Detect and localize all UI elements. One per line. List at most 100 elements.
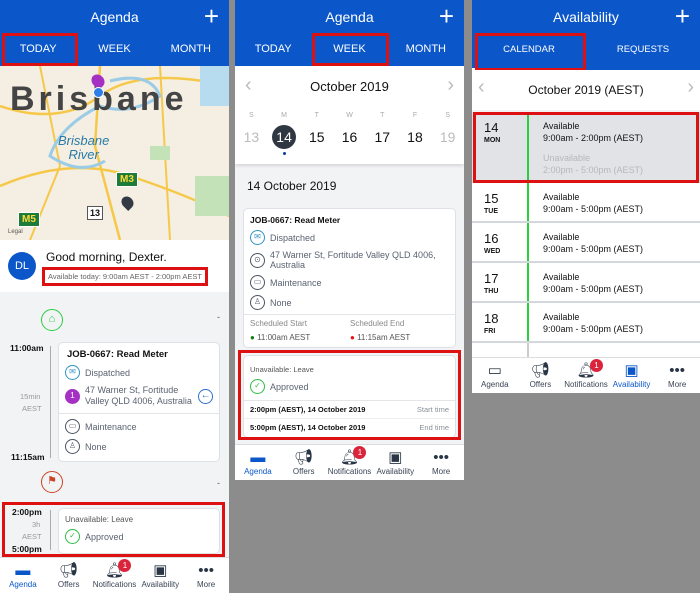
map[interactable]: Brisbane Brisbane River M3 M5 13 Legal <box>0 66 229 240</box>
leave-timezone: AEST <box>22 532 42 541</box>
leave-card[interactable]: Unavailable: Leave ✓ Approved <box>58 508 220 554</box>
tab-today[interactable]: TODAY <box>235 34 311 66</box>
nav-offers[interactable]: 📢︎ Offers <box>46 558 92 593</box>
tab-month[interactable]: MONTH <box>153 34 229 66</box>
bottom-nav: ▭ Agenda 📢︎ Offers 🔔︎ 1 Notifications ▣ Avail… <box>472 357 700 393</box>
label: Offers <box>57 580 80 589</box>
add-icon[interactable]: + <box>204 0 219 32</box>
map-shield-m3: M3 <box>116 172 138 187</box>
more-icon: ••• <box>198 562 214 579</box>
nav-offers[interactable]: 📢︎ Offers <box>518 358 564 393</box>
dash: - <box>217 312 220 322</box>
availability-row[interactable]: 16 WED Available 9:00am - 5:00pm (AEST) <box>472 223 700 263</box>
leave-end: 5:00pm (AEST), 14 October 2019 <box>250 423 366 432</box>
day-13[interactable]: S 13 <box>235 112 268 155</box>
nav-availability[interactable]: ▣ Availability <box>137 558 183 593</box>
leave-start-time: 2:00pm <box>12 507 42 517</box>
nav-more[interactable]: ••• More <box>654 358 700 393</box>
label: More <box>668 380 687 389</box>
day-18[interactable]: F 18 <box>399 112 432 155</box>
label: More <box>196 580 216 589</box>
job-assignee: None <box>85 441 107 452</box>
next-month-icon[interactable]: › <box>687 76 694 99</box>
label: Notifications <box>564 380 608 389</box>
availability-row[interactable]: 14 MON Available 9:00am - 2:00pm (AEST) Un… <box>472 112 700 183</box>
timeline-line <box>50 346 51 458</box>
person-icon: ♙ <box>250 295 265 310</box>
job-card[interactable]: JOB-0667: Read Meter ✉ Dispatched 1 47 War… <box>58 342 220 462</box>
weekday-label: W <box>346 112 353 119</box>
nav-offers[interactable]: 📢︎ Offers <box>281 445 327 480</box>
month-label: October 2019 (AEST) <box>528 83 644 97</box>
job-timezone: AEST <box>22 404 42 413</box>
end-time-label: End time <box>419 423 449 432</box>
nav-agenda[interactable]: ▭ Agenda <box>472 358 518 393</box>
leave-card[interactable]: Unavailable: Leave ✓ Approved 2:00pm (AES… <box>243 355 456 438</box>
nav-notifications[interactable]: 🔔︎ 1 Notifications <box>563 358 609 393</box>
day-19[interactable]: S 19 <box>431 112 464 155</box>
agenda-icon: ▭ <box>487 362 502 379</box>
day-16[interactable]: W 16 <box>333 112 366 155</box>
weekday-label: S <box>445 112 450 119</box>
nav-availability[interactable]: ▣ Availability <box>372 445 418 480</box>
map-legal-link[interactable]: Legal <box>8 229 23 235</box>
status-label: Available <box>543 192 580 202</box>
add-icon[interactable]: + <box>675 0 690 32</box>
nav-availability[interactable]: ▣ Availability <box>609 358 655 393</box>
tab-month[interactable]: MONTH <box>388 34 464 66</box>
job-start-time: 11:00am <box>10 343 44 353</box>
job-address: 47 Warner St, Fortitude Valley QLD 4006,… <box>85 385 192 406</box>
leave-status: Approved <box>85 531 124 542</box>
nav-more[interactable]: ••• More <box>418 445 464 480</box>
next-month-icon[interactable]: › <box>447 74 454 97</box>
dispatched-icon: ✉ <box>65 365 80 380</box>
calendar-icon: ▣ <box>388 449 403 466</box>
weekday-label: T <box>380 112 385 119</box>
leave-duration: 3h <box>32 520 41 529</box>
tab-week[interactable]: WEEK <box>76 34 152 66</box>
leave-title: Unavailable: Leave <box>250 365 314 374</box>
leave-title: Unavailable: Leave <box>65 515 134 524</box>
tab-week[interactable]: WEEK <box>311 34 387 66</box>
status-label: Available <box>543 312 580 322</box>
availability-row[interactable]: 17 THU Available 9:00am - 5:00pm (AEST) <box>472 263 700 303</box>
availability-screen: Availability + CALENDAR REQUESTS ‹ Octobe… <box>472 0 700 393</box>
job-title: JOB-0667: Read Meter <box>67 349 168 360</box>
availability-row[interactable]: 15 TUE Available 9:00am - 5:00pm (AEST) <box>472 183 700 223</box>
day-number: 19 <box>439 129 456 145</box>
day-number: 15 <box>484 191 499 206</box>
day-number: 16 <box>484 231 499 246</box>
time-range-unavailable: 2:00pm - 5:00pm (AEST) <box>543 165 644 175</box>
more-icon: ••• <box>433 449 449 466</box>
agenda-today-screen: Agenda + TODAY WEEK MONTH Brisbane Brisba… <box>0 0 229 593</box>
navigate-icon[interactable]: ← <box>198 388 213 404</box>
nav-agenda[interactable]: ▬ Agenda <box>0 558 46 593</box>
status-label: Available <box>543 232 580 242</box>
label: 11:00am AEST <box>257 333 311 342</box>
day-17[interactable]: T 17 <box>366 112 399 155</box>
job-card[interactable]: JOB-0667: Read Meter ✉ Dispatched ⊙ 47 War… <box>243 208 456 348</box>
tab-calendar[interactable]: CALENDAR <box>472 34 586 70</box>
day-15[interactable]: T 15 <box>300 112 333 155</box>
job-assignee: None <box>270 297 292 308</box>
leave-end-time: 5:00pm <box>12 544 42 554</box>
nav-notifications[interactable]: 🔔︎ 1 Notifications <box>327 445 373 480</box>
availability-row[interactable]: 18 FRI Available 9:00am - 5:00pm (AEST) <box>472 303 700 343</box>
tab-requests[interactable]: REQUESTS <box>586 34 700 70</box>
nav-notifications[interactable]: 🔔︎ 1 Notifications <box>92 558 138 593</box>
day-14[interactable]: M 14 <box>268 112 301 155</box>
job-type: Maintenance <box>270 277 322 288</box>
label: 11:15am AEST <box>357 333 411 342</box>
status-label: Available <box>543 121 580 131</box>
calendar-icon: ▣ <box>153 562 168 579</box>
availability-summary: Available today: 9:00am AEST - 2:00pm AE… <box>42 267 208 286</box>
nav-agenda[interactable]: ▬ Agenda <box>235 445 281 480</box>
add-icon[interactable]: + <box>439 0 454 32</box>
date-heading: 14 October 2019 <box>247 179 337 193</box>
map-shield-m5: M5 <box>18 212 40 227</box>
tag-icon: ▭ <box>65 419 80 434</box>
avatar[interactable]: DL <box>8 252 36 280</box>
tab-today[interactable]: TODAY <box>0 34 76 66</box>
week-picker: ‹ October 2019 › S 13 M 14 T 15 W 16 T 1… <box>235 66 464 164</box>
nav-more[interactable]: ••• More <box>183 558 229 593</box>
